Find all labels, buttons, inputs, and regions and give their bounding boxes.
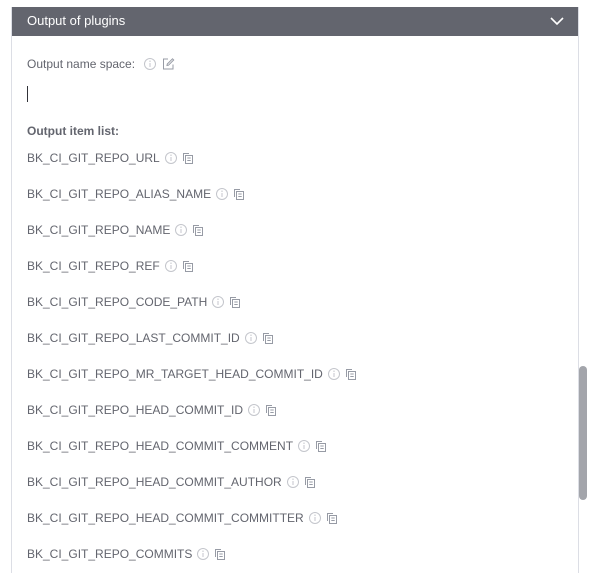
namespace-colon: : [131,57,136,71]
plugin-output-panel: Output of plugins Output name space : Ou… [11,7,579,573]
copy-icon[interactable] [303,475,317,489]
info-icon[interactable] [211,295,225,309]
output-item-name: BK_CI_GIT_REPO_NAME [27,223,171,237]
output-item: BK_CI_GIT_REPO_HEAD_COMMIT_AUTHOR [27,474,358,510]
output-item-name: BK_CI_GIT_REPO_URL [27,151,160,165]
edit-icon[interactable] [161,57,175,71]
info-icon[interactable] [143,57,157,71]
copy-icon[interactable] [181,151,195,165]
info-icon[interactable] [297,439,311,453]
copy-icon[interactable] [264,403,278,417]
output-item: BK_CI_GIT_REPO_HEAD_COMMIT_COMMENT [27,438,358,474]
copy-icon[interactable] [213,547,227,561]
output-item: BK_CI_GIT_REPO_HEAD_COMMIT_COMMITTER [27,510,358,546]
copy-icon[interactable] [325,511,339,525]
info-icon[interactable] [215,187,229,201]
output-item-name: BK_CI_GIT_REPO_LAST_COMMIT_ID [27,331,240,345]
copy-icon[interactable] [314,439,328,453]
copy-icon[interactable] [232,187,246,201]
info-icon[interactable] [327,367,341,381]
output-item-list: BK_CI_GIT_REPO_URL BK_CI_GIT_REPO_ALIAS_… [27,150,358,573]
info-icon[interactable] [286,475,300,489]
panel-title: Output of plugins [27,13,126,28]
namespace-input[interactable] [27,86,327,102]
output-item-name: BK_CI_GIT_REPO_HEAD_COMMIT_COMMENT [27,439,294,453]
info-icon[interactable] [308,511,322,525]
copy-icon[interactable] [344,367,358,381]
output-item: BK_CI_GIT_REPO_LAST_COMMIT_ID [27,330,358,366]
text-caret [27,86,28,102]
output-item: BK_CI_GIT_REPO_MR_TARGET_HEAD_COMMIT_ID [27,366,358,402]
info-icon[interactable] [174,223,188,237]
info-icon[interactable] [164,259,178,273]
output-list-title: Output item list: [27,124,119,138]
scrollbar-thumb[interactable] [579,366,587,500]
page: Output of plugins Output name space : Ou… [0,0,601,573]
copy-icon[interactable] [261,331,275,345]
info-icon[interactable] [196,547,210,561]
output-item-name: BK_CI_GIT_REPO_HEAD_COMMIT_COMMITTER [27,511,304,525]
output-item-name: BK_CI_GIT_REPO_ALIAS_NAME [27,187,212,201]
output-item-name: BK_CI_GIT_REPO_HEAD_COMMIT_ID [27,403,244,417]
info-icon[interactable] [244,331,258,345]
chevron-down-icon[interactable] [548,12,566,30]
copy-icon[interactable] [181,259,195,273]
copy-icon[interactable] [228,295,242,309]
output-item: BK_CI_GIT_REPO_REF [27,258,358,294]
info-icon[interactable] [164,151,178,165]
output-item-name: BK_CI_GIT_REPO_MR_TARGET_HEAD_COMMIT_ID [27,367,323,381]
panel-header[interactable]: Output of plugins [12,7,578,36]
output-item: BK_CI_GIT_REPO_NAME [27,222,358,258]
output-item: BK_CI_GIT_REPO_URL [27,150,358,186]
output-item-name: BK_CI_GIT_REPO_COMMITS [27,547,193,561]
output-item: BK_CI_GIT_REPO_HEAD_COMMIT_ID [27,402,358,438]
output-item-name: BK_CI_GIT_REPO_REF [27,259,160,273]
copy-icon[interactable] [191,223,205,237]
output-item-name: BK_CI_GIT_REPO_CODE_PATH [27,295,208,309]
output-item: BK_CI_GIT_REPO_CODE_PATH [27,294,358,330]
namespace-label: Output name space [27,57,132,71]
output-item-name: BK_CI_GIT_REPO_HEAD_COMMIT_AUTHOR [27,475,282,489]
info-icon[interactable] [247,403,261,417]
output-item: BK_CI_GIT_REPO_ALIAS_NAME [27,186,358,222]
output-item: BK_CI_GIT_REPO_COMMITS [27,546,358,573]
namespace-row: Output name space : [27,56,175,72]
